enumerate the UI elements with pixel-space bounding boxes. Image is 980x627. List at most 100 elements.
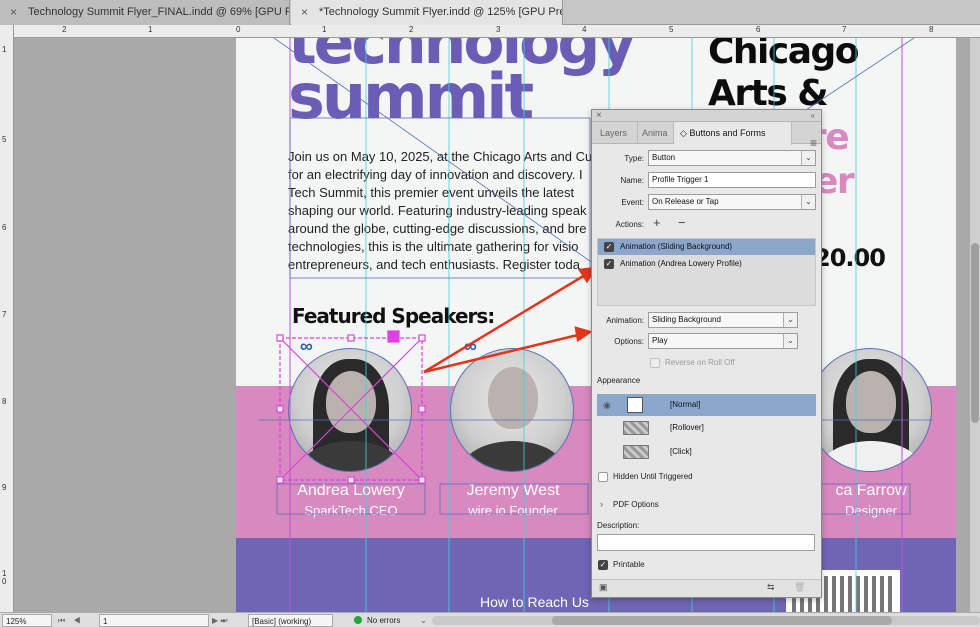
event-select[interactable]: On Release or Tap ⌄ [648,194,816,210]
ruler-number: 3 [496,25,501,34]
body-text-line: Join us on May 10, 2025, at the Chicago … [288,149,593,164]
speaker-role-jeremy[interactable]: wire.io Founder [438,503,588,518]
printable-checkbox[interactable]: ✓ [598,560,608,570]
ruler-number: 5 [669,25,674,34]
document-tab-active[interactable]: × *Technology Summit Flyer.indd @ 125% [… [291,0,563,25]
pasteboard[interactable]: technology summit Chicago Arts & re er 2… [14,38,970,612]
chevron-down-icon[interactable]: ⌄ [420,614,427,627]
ruler-number: 5 [2,135,7,144]
add-action-icon[interactable]: + [653,215,661,230]
options-select[interactable]: Play ⌄ [648,333,798,349]
panel-footer: ▣ ⇆ 🗑 [592,579,821,597]
hidden-until-triggered-checkbox[interactable] [598,472,608,482]
description-field[interactable] [597,534,815,551]
venue-title-line2[interactable]: Arts & [708,76,829,112]
hero-title-bottom[interactable]: summit [288,60,534,133]
preview-spread-icon[interactable]: ▣ [599,582,608,593]
venue-title-line1[interactable]: Chicago [708,38,860,70]
body-text-line: Tech Summit, this premier event unveils … [288,185,575,200]
state-click[interactable]: [Click] [597,441,816,463]
options-value: Play [652,336,668,345]
event-value: On Release or Tap [652,197,719,206]
body-text-frame[interactable]: Join us on May 10, 2025, at the Chicago … [288,148,598,274]
actions-list[interactable]: ✓ Animation (Sliding Background) ✓ Anima… [597,238,816,306]
speaker-photo-jeremy[interactable] [450,348,574,472]
close-tab-icon[interactable]: × [10,0,17,25]
page-nav-back-icons[interactable]: ⏮ ◀ [58,614,84,627]
speaker-name-jeremy[interactable]: Jeremy West [438,482,588,500]
tab-drag-icon: ◇ [680,128,687,138]
chevron-down-icon: ⌄ [783,313,797,327]
reach-us-heading[interactable]: How to Reach Us [480,594,589,610]
speaker-photo-andrea[interactable] [288,348,412,472]
panel-titlebar[interactable]: × « [592,110,821,122]
state-normal[interactable]: ◉ [Normal] [597,394,816,416]
body-text-line: technologies, this is the ultimate gathe… [288,239,579,254]
options-label: Options: [614,337,644,346]
vertical-scrollbar[interactable] [970,38,980,612]
tab-layers[interactable]: Layers [592,122,638,144]
body-text-line: entrepreneurs, and tech enthusiasts. Reg… [288,257,580,272]
ruler-number: 7 [2,310,7,319]
hidden-until-triggered-label: Hidden Until Triggered [613,472,693,481]
close-panel-icon[interactable]: × [596,110,602,121]
photo-face [326,371,376,433]
horizontal-scrollbar[interactable] [432,616,980,625]
printable-label: Printable [613,560,645,569]
action-item-sliding-background[interactable]: ✓ Animation (Sliding Background) [598,239,815,255]
chevron-down-icon: ⌄ [801,195,815,209]
speaker-name-andrea[interactable]: Andrea Lowery [276,482,426,500]
document-tab-final[interactable]: × Technology Summit Flyer_FINAL.indd @ 6… [0,0,290,25]
vertical-ruler[interactable]: 1 5 6 7 8 9 1 0 [0,25,14,612]
eye-icon[interactable]: ◉ [603,394,611,416]
ruler-number: 8 [2,397,7,406]
tab-title: Technology Summit Flyer_FINAL.indd @ 69%… [28,6,289,18]
pdf-options-title[interactable]: PDF Options [613,500,659,509]
actions-label: Actions: [615,220,644,229]
zoom-field[interactable]: 125% [2,614,52,627]
reverse-label: Reverse on Roll Off [665,358,735,367]
panel-menu-icon[interactable]: ≡ [810,136,817,150]
collapse-panel-icon[interactable]: « [811,110,815,122]
convert-object-icon[interactable]: ⇆ [767,582,775,593]
featured-speakers-heading[interactable]: Featured Speakers: [292,304,495,328]
close-tab-icon[interactable]: × [301,0,308,25]
speaker-role-andrea[interactable]: SparkTech CEO [276,503,426,518]
horizontal-ruler[interactable]: 2 1 0 1 2 3 4 5 6 7 8 [14,25,980,38]
open-in-bridge-icon[interactable]: ◐ [222,614,227,627]
ruler-number: 6 [2,223,7,232]
speaker-photo-erica[interactable] [808,348,932,472]
horizontal-scroll-thumb[interactable] [552,616,892,625]
vertical-scroll-thumb[interactable] [971,243,979,423]
preflight-profile[interactable]: [Basic] (working) [248,614,333,627]
ruler-number: 6 [756,25,761,34]
tab-buttons-and-forms[interactable]: ◇ Buttons and Forms [674,122,792,145]
hyperlink-icon[interactable]: ∞ [300,336,313,357]
reverse-checkbox[interactable] [650,358,660,368]
chevron-right-icon[interactable]: › [600,499,603,509]
page-number-field[interactable]: 1 [99,614,209,627]
animation-value: Sliding Background [652,315,721,324]
state-rollover[interactable]: [Rollover] [597,417,816,439]
hyperlink-icon[interactable]: ∞ [464,336,477,357]
name-field[interactable]: Profile Trigger 1 [648,172,816,188]
remove-action-icon[interactable]: − [678,215,686,230]
action-item-andrea-profile[interactable]: ✓ Animation (Andrea Lowery Profile) [598,256,815,272]
tab-animation[interactable]: Anima [638,122,674,144]
name-label: Name: [620,176,644,185]
buttons-and-forms-panel[interactable]: × « Layers Anima ◇ Buttons and Forms ≡ T… [591,109,822,598]
preflight-errors[interactable]: No errors [367,614,400,627]
checkbox-checked-icon[interactable]: ✓ [604,259,614,269]
ticket-price[interactable]: 20.00 [814,244,886,272]
description-label: Description: [597,521,640,530]
appearance-title: Appearance [597,376,641,385]
ruler-number: 4 [582,25,587,34]
ruler-number: 8 [929,25,934,34]
trash-icon[interactable]: 🗑 [794,582,805,593]
body-text-line: shaping our world. Featuring industry-le… [288,203,587,218]
animation-select[interactable]: Sliding Background ⌄ [648,312,798,328]
type-label: Type: [624,154,644,163]
checkbox-checked-icon[interactable]: ✓ [604,242,614,252]
ruler-number: 2 [62,25,67,34]
type-select[interactable]: Button ⌄ [648,150,816,166]
